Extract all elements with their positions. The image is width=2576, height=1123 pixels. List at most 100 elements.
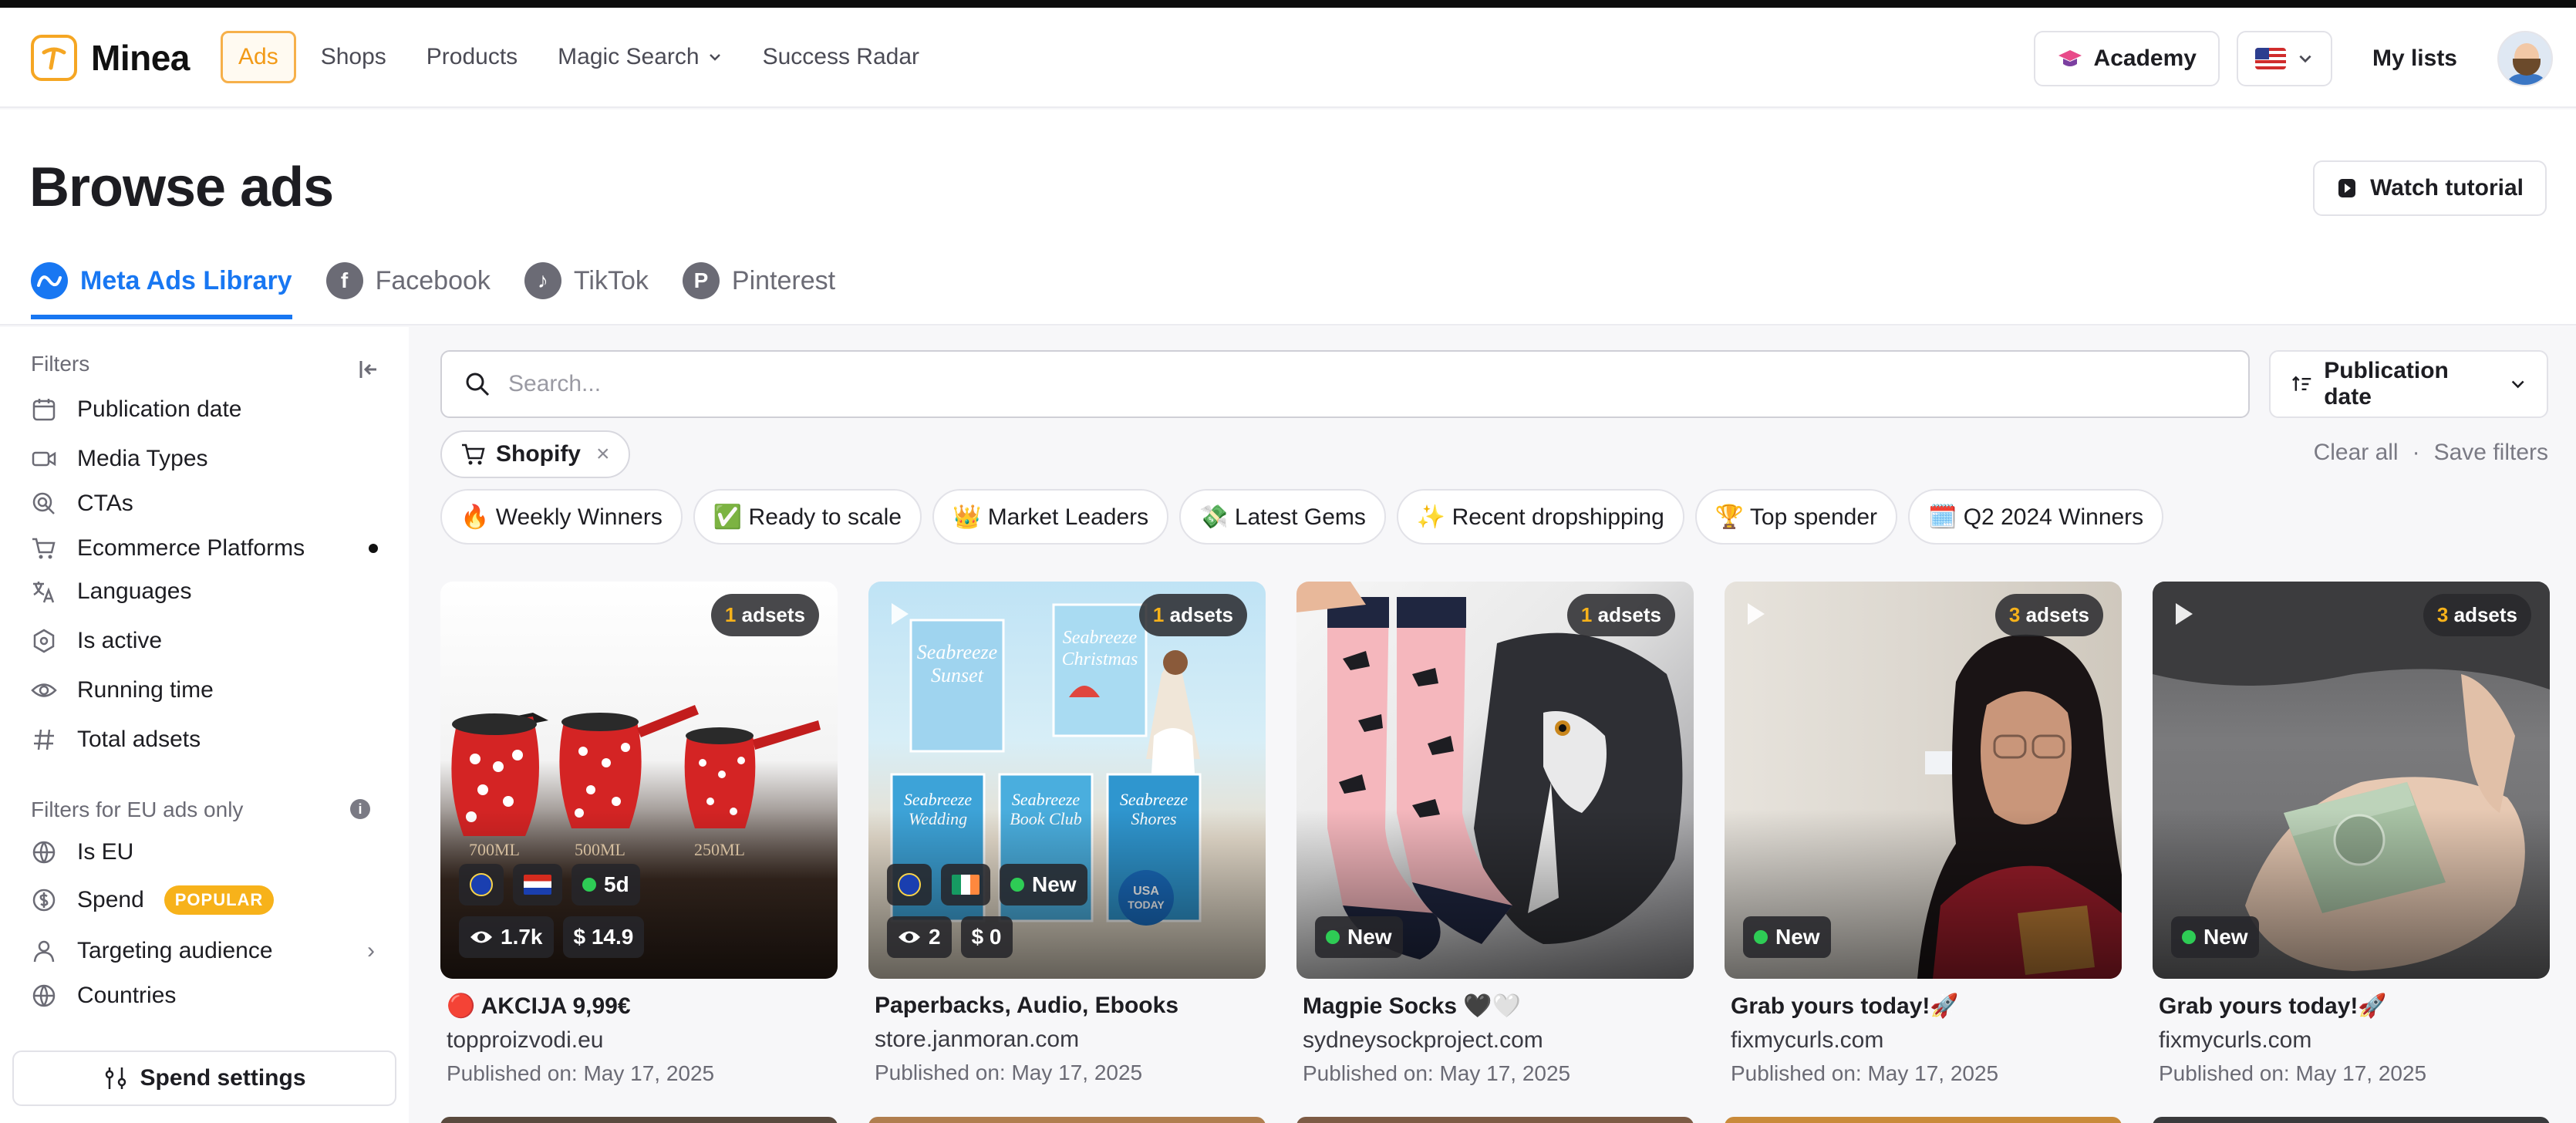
spend-settings-button[interactable]: Spend settings: [12, 1050, 396, 1106]
collection-q2-2024-winners[interactable]: 🗓️ Q2 2024 Winners: [1908, 489, 2164, 545]
my-lists-link[interactable]: My lists: [2349, 46, 2480, 72]
search-bar: [440, 350, 2250, 418]
card-stats-row: New: [1315, 916, 1403, 958]
eye-icon: [470, 931, 492, 943]
clear-all-button[interactable]: Clear all: [2314, 440, 2399, 466]
filter-publication-date[interactable]: Publication date: [31, 396, 386, 423]
nav-success-radar[interactable]: Success Radar: [747, 32, 935, 83]
ad-card[interactable]: 3 adsets New Grab yours today!🚀 fixmycur…: [1725, 582, 2122, 1086]
ad-card[interactable]: 1 adsets New Magpie Socks 🖤🤍 sydneysockp…: [1296, 582, 1694, 1086]
spend-badge: $ 0: [960, 916, 1013, 958]
collection-top-spender[interactable]: 🏆 Top spender: [1694, 489, 1898, 545]
active-filter-chip[interactable]: Shopify ×: [440, 430, 630, 478]
chevron-down-icon: [2299, 55, 2311, 63]
ad-card[interactable]: 3 adsets New Grab yours today!🚀 fixmycur…: [2153, 582, 2550, 1086]
ad-card[interactable]: 700ML 500ML 250ML 1 adsets 5d 1.7k $ 14.…: [440, 582, 838, 1086]
filter-ecommerce-platforms[interactable]: Ecommerce Platforms: [31, 535, 386, 562]
filters-sidebar: Filters Publication date Media Types CTA…: [0, 327, 409, 1123]
collections-row: 🔥 Weekly Winners ✅ Ready to scale 👑 Mark…: [440, 489, 2164, 545]
ad-domain[interactable]: store.janmoran.com: [868, 1027, 1266, 1053]
nav-products[interactable]: Products: [411, 32, 533, 83]
video-play-icon: [1748, 603, 1765, 625]
collection-ready-to-scale[interactable]: ✅ Ready to scale: [693, 489, 922, 545]
separator: ·: [2412, 440, 2420, 465]
filter-targeting-audience[interactable]: Targeting audience ›: [31, 938, 386, 964]
globe-icon: [32, 984, 56, 1007]
academy-label: Academy: [2093, 46, 2197, 71]
ad-thumbnail[interactable]: 3 adsets New: [2153, 582, 2550, 979]
eye-icon: [31, 683, 57, 697]
language-select[interactable]: [2236, 31, 2332, 86]
collection-market-leaders[interactable]: 👑 Market Leaders: [932, 489, 1169, 545]
adsets-badge: 1 adsets: [1566, 594, 1675, 636]
filter-media-types[interactable]: Media Types: [31, 446, 386, 472]
dollar-icon: [32, 889, 56, 912]
filter-label: Languages: [77, 578, 192, 604]
filter-total-adsets[interactable]: Total adsets: [31, 727, 386, 753]
filter-label: Countries: [77, 983, 177, 1008]
ad-domain[interactable]: sydneysockproject.com: [1296, 1027, 1694, 1054]
ad-thumbnail[interactable]: 700ML 500ML 250ML 1 adsets 5d 1.7k $ 14.…: [440, 582, 838, 979]
tab-pinterest[interactable]: P Pinterest: [682, 262, 835, 319]
ad-title[interactable]: Grab yours today!🚀: [2153, 993, 2550, 1020]
watch-tutorial-button[interactable]: Watch tutorial: [2313, 160, 2547, 216]
main-nav: Ads Shops Products Magic Search Success …: [221, 31, 935, 83]
card-stats-row: New: [2171, 916, 2259, 958]
filter-countries[interactable]: Countries: [31, 983, 386, 1009]
filter-label: Total adsets: [77, 727, 201, 752]
eu-flag-icon: [470, 873, 493, 896]
chevron-down-icon: [2511, 380, 2524, 389]
adsets-badge: 1 adsets: [1138, 594, 1247, 636]
ad-domain[interactable]: fixmycurls.com: [1725, 1027, 2122, 1054]
nav-ads[interactable]: Ads: [221, 31, 296, 83]
country-flag-badge: [513, 864, 562, 905]
info-icon[interactable]: i: [350, 799, 370, 819]
translate-icon: [33, 582, 55, 603]
filter-actions: Clear all · Save filters: [2314, 440, 2548, 466]
ad-thumbnail[interactable]: 1 adsets New: [1296, 582, 1694, 979]
filter-spend[interactable]: Spend POPULAR: [31, 885, 386, 915]
ad-thumbnail[interactable]: Seabreeze Sunset Seabreeze Christmas Sea…: [868, 582, 1266, 979]
user-icon: [33, 940, 55, 963]
card-stats-row: New: [1743, 916, 1831, 958]
save-filters-button[interactable]: Save filters: [2434, 440, 2548, 466]
views-badge: 1.7k: [459, 916, 554, 958]
tab-tiktok[interactable]: ♪ TikTok: [524, 262, 649, 319]
cart-icon: [32, 538, 56, 559]
academy-button[interactable]: Academy: [2033, 31, 2220, 86]
filter-is-eu[interactable]: Is EU: [31, 839, 386, 865]
ad-title[interactable]: Magpie Socks 🖤🤍: [1296, 993, 1694, 1020]
nav-shops[interactable]: Shops: [305, 32, 402, 83]
collapse-sidebar-icon[interactable]: [358, 358, 381, 381]
video-play-icon: [892, 603, 909, 625]
ad-card[interactable]: Seabreeze Sunset Seabreeze Christmas Sea…: [868, 582, 1266, 1086]
close-icon[interactable]: ×: [596, 441, 610, 467]
filter-ctas[interactable]: CTAs: [31, 491, 386, 517]
filter-languages[interactable]: Languages: [31, 578, 386, 605]
collection-weekly-winners[interactable]: 🔥 Weekly Winners: [440, 489, 683, 545]
ad-domain[interactable]: fixmycurls.com: [2153, 1027, 2550, 1054]
sliders-icon: [106, 1067, 126, 1089]
card-stats-row: 2 $ 0: [887, 916, 1013, 958]
filter-is-active[interactable]: Is active: [31, 628, 386, 654]
ad-domain[interactable]: topproizvodi.eu: [440, 1027, 838, 1054]
filter-label: Is active: [77, 628, 163, 653]
sort-select[interactable]: Publication date: [2269, 350, 2548, 418]
next-card-peek: [2153, 1117, 2550, 1123]
ad-title[interactable]: Paperbacks, Audio, Ebooks: [868, 993, 1266, 1019]
collection-latest-gems[interactable]: 💸 Latest Gems: [1179, 489, 1386, 545]
next-cards-row: [440, 1117, 2550, 1123]
filter-running-time[interactable]: Running time: [31, 677, 386, 703]
user-avatar[interactable]: [2497, 31, 2553, 86]
ad-title[interactable]: 🔴 AKCIJA 9,99€: [440, 993, 838, 1020]
filter-label: Publication date: [77, 396, 242, 422]
nav-magic-search[interactable]: Magic Search: [542, 32, 737, 83]
tab-facebook[interactable]: f Facebook: [325, 262, 491, 319]
ad-thumbnail[interactable]: 3 adsets New: [1725, 582, 2122, 979]
tab-label: Facebook: [375, 265, 491, 295]
brand-logo[interactable]: Minea: [31, 35, 190, 81]
collection-recent-dropshipping[interactable]: ✨ Recent dropshipping: [1396, 489, 1684, 545]
tab-meta-ads-library[interactable]: Meta Ads Library: [31, 262, 292, 319]
search-input[interactable]: [508, 371, 2205, 397]
ad-title[interactable]: Grab yours today!🚀: [1725, 993, 2122, 1020]
